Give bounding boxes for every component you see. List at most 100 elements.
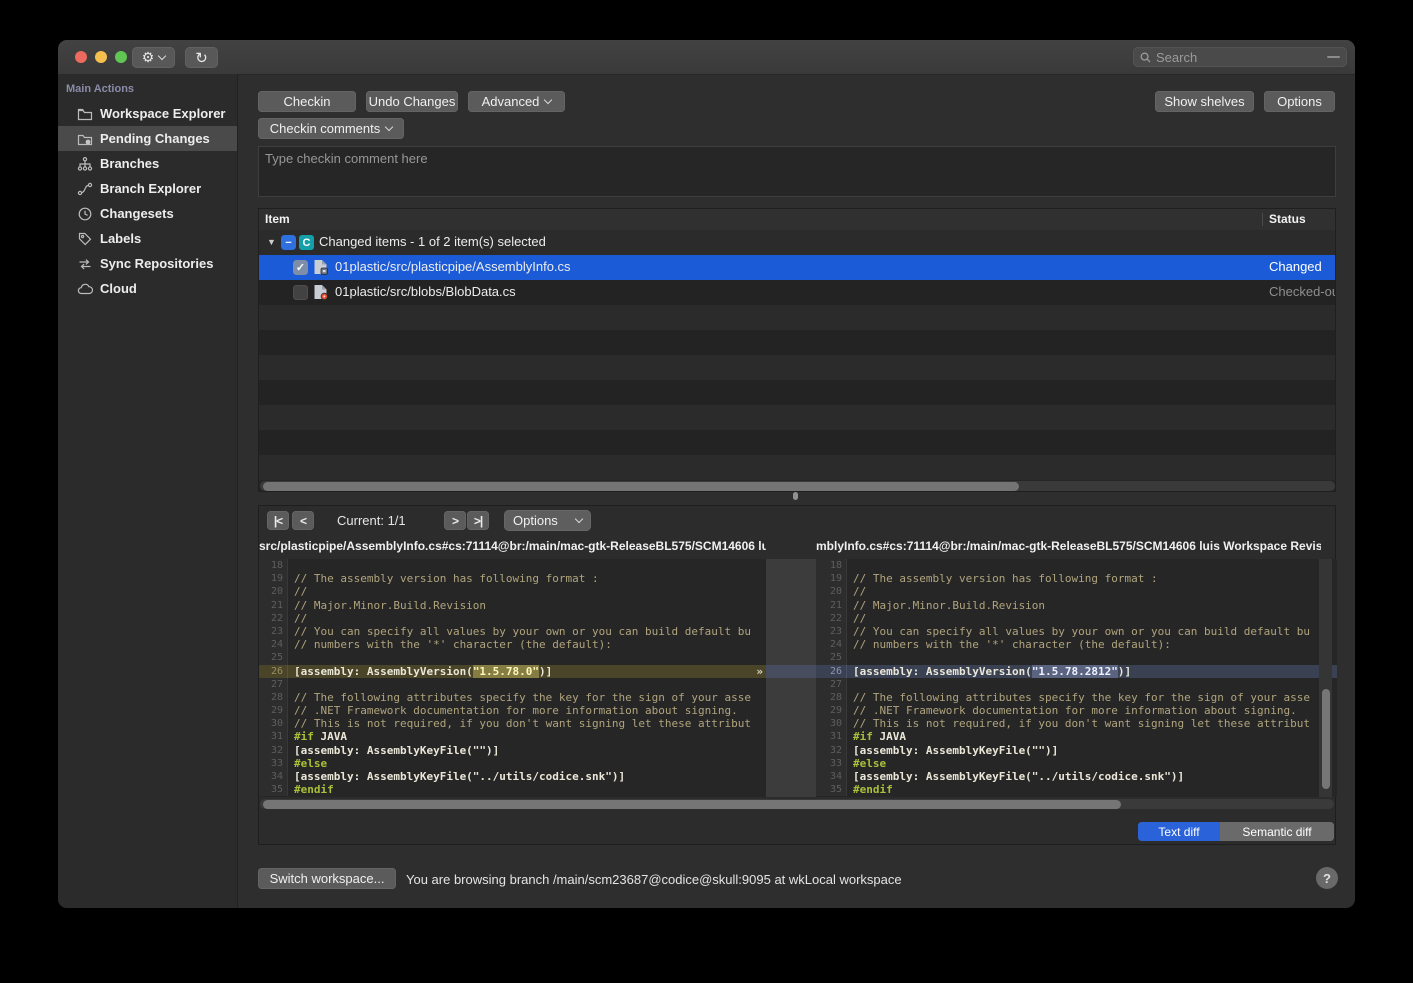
sidebar-item-workspace-explorer[interactable]: Workspace Explorer: [58, 101, 237, 126]
minimize-window-button[interactable]: [95, 51, 107, 63]
code-text: #endif: [847, 783, 1337, 796]
sidebar-item-labels[interactable]: Labels: [58, 226, 237, 251]
diff-horizontal-scrollbar[interactable]: [260, 799, 1334, 809]
sidebar-item-label: Sync Repositories: [100, 256, 213, 271]
checkin-comments-dropdown[interactable]: Checkin comments: [258, 118, 404, 139]
diff-left-pane[interactable]: 1819// The assembly version has followin…: [259, 559, 766, 797]
scrollbar-thumb[interactable]: [263, 482, 1019, 491]
code-text: //: [288, 585, 766, 598]
code-line: 18: [816, 559, 1337, 572]
sidebar-item-branch-explorer[interactable]: Branch Explorer: [58, 176, 237, 201]
file-row[interactable]: ✓ 01plastic/src/plasticpipe/AssemblyInfo.…: [259, 255, 1335, 280]
sidebar-item-cloud[interactable]: Cloud: [58, 276, 237, 301]
code-text: // Major.Minor.Build.Revision: [847, 599, 1337, 612]
disclosure-triangle-icon[interactable]: ▼: [267, 237, 276, 247]
pending-changes-icon: [76, 131, 93, 147]
line-number: 19: [816, 572, 847, 585]
sidebar-item-sync-repositories[interactable]: Sync Repositories: [58, 251, 237, 276]
search-input[interactable]: Search: [1133, 47, 1347, 67]
sidebar-item-changesets[interactable]: Changesets: [58, 201, 237, 226]
refresh-button[interactable]: ↻: [185, 47, 218, 68]
workspace-explorer-icon: [76, 106, 93, 122]
code-line: 29// .NET Framework documentation for mo…: [259, 704, 766, 717]
help-button[interactable]: ?: [1316, 867, 1338, 889]
sidebar-item-label: Branch Explorer: [100, 181, 201, 196]
file-row[interactable]: 01plastic/src/blobs/BlobData.csChecked-o…: [259, 280, 1335, 305]
empty-row: [259, 430, 1335, 455]
checkin-button[interactable]: Checkin: [258, 91, 356, 112]
column-separator[interactable]: [1262, 213, 1263, 226]
options-button[interactable]: Options: [1264, 91, 1335, 112]
undo-changes-button[interactable]: Undo Changes: [366, 91, 458, 112]
sidebar-item-branches[interactable]: Branches: [58, 151, 237, 176]
table-horizontal-scrollbar[interactable]: [260, 481, 1335, 491]
branch-explorer-icon: [76, 181, 93, 197]
advanced-dropdown[interactable]: Advanced: [468, 91, 565, 112]
code-text: [assembly: AssemblyVersion("1.5.78.2812"…: [847, 665, 1337, 678]
sidebar-item-label: Cloud: [100, 281, 137, 296]
code-text: [847, 559, 1337, 572]
line-number: 24: [816, 638, 847, 651]
sidebar-items: Workspace ExplorerPending Changes Branche…: [58, 101, 237, 301]
pending-changes-table: Item Status ▼−CChanged items - 1 of 2 it…: [258, 208, 1336, 492]
switch-workspace-button[interactable]: Switch workspace...: [258, 868, 396, 889]
code-line: 35#endif: [259, 783, 766, 796]
code-text: [assembly: AssemblyKeyFile("../utils/cod…: [288, 770, 766, 783]
code-text: #endif: [288, 783, 766, 796]
code-text: //: [288, 612, 766, 625]
semantic-diff-button[interactable]: Semantic diff: [1220, 822, 1334, 841]
group-checkbox[interactable]: −: [281, 235, 296, 250]
file-icon: [313, 284, 328, 300]
diff-next-button[interactable]: >: [444, 511, 466, 530]
file-path: 01plastic/src/plasticpipe/AssemblyInfo.c…: [335, 259, 571, 274]
scrollbar-thumb[interactable]: [263, 800, 1121, 809]
show-shelves-button[interactable]: Show shelves: [1155, 91, 1254, 112]
splitter-handle[interactable]: [793, 492, 798, 500]
close-window-button[interactable]: [75, 51, 87, 63]
search-placeholder: Search: [1156, 50, 1197, 65]
zoom-window-button[interactable]: [115, 51, 127, 63]
diff-vertical-scrollbar[interactable]: [1319, 559, 1332, 797]
empty-row: [259, 405, 1335, 430]
settings-menu-button[interactable]: ⚙: [132, 47, 175, 68]
changes-group-row[interactable]: ▼−CChanged items - 1 of 2 item(s) select…: [259, 230, 1335, 255]
sidebar: Main Actions Workspace ExplorerPending C…: [58, 74, 238, 908]
file-checkbox[interactable]: [293, 285, 308, 300]
code-text: // This is not required, if you don't wa…: [847, 717, 1337, 730]
code-text: // You can specify all values by your ow…: [847, 625, 1337, 638]
code-line: 24// numbers with the '*' character (the…: [816, 638, 1337, 651]
code-line: 28// The following attributes specify th…: [259, 691, 766, 704]
code-text: [assembly: AssemblyKeyFile("../utils/cod…: [847, 770, 1337, 783]
sidebar-item-label: Branches: [100, 156, 159, 171]
diff-last-button[interactable]: >|: [467, 511, 489, 530]
diff-first-button[interactable]: |<: [267, 511, 289, 530]
changed-items-badge: C: [299, 235, 314, 250]
branches-icon: [76, 156, 93, 172]
status-column-header[interactable]: Status: [1269, 212, 1306, 226]
app-window: ⚙ ↻ Search Main Actions Workspace Explor…: [58, 40, 1355, 908]
code-text: // numbers with the '*' character (the d…: [288, 638, 766, 651]
code-line: 32[assembly: AssemblyKeyFile("")]: [259, 744, 766, 757]
sidebar-item-label: Labels: [100, 231, 141, 246]
code-text: //: [847, 585, 1337, 598]
code-text: [288, 678, 766, 691]
sync-repositories-icon: [76, 256, 93, 272]
item-column-header[interactable]: Item: [265, 212, 290, 226]
diff-prev-button[interactable]: <: [292, 511, 314, 530]
code-text: // numbers with the '*' character (the d…: [847, 638, 1337, 651]
diff-right-pane[interactable]: 1819// The assembly version has followin…: [816, 559, 1337, 797]
diff-change-band: [766, 665, 816, 678]
text-diff-button[interactable]: Text diff: [1138, 822, 1220, 841]
cloud-icon: [76, 281, 93, 297]
diff-options-dropdown[interactable]: Options: [504, 510, 591, 531]
line-number: 22: [259, 612, 288, 625]
file-checkbox[interactable]: ✓: [293, 260, 308, 275]
code-text: #else: [847, 757, 1337, 770]
checkin-comment-textarea[interactable]: Type checkin comment here: [258, 146, 1336, 197]
line-number: 32: [259, 744, 288, 757]
sidebar-item-pending-changes[interactable]: Pending Changes: [58, 126, 237, 151]
code-text: [288, 559, 766, 572]
changesets-icon: [76, 206, 93, 222]
code-line: 26[assembly: AssemblyVersion("1.5.78.281…: [816, 665, 1337, 678]
scrollbar-thumb[interactable]: [1322, 689, 1330, 789]
